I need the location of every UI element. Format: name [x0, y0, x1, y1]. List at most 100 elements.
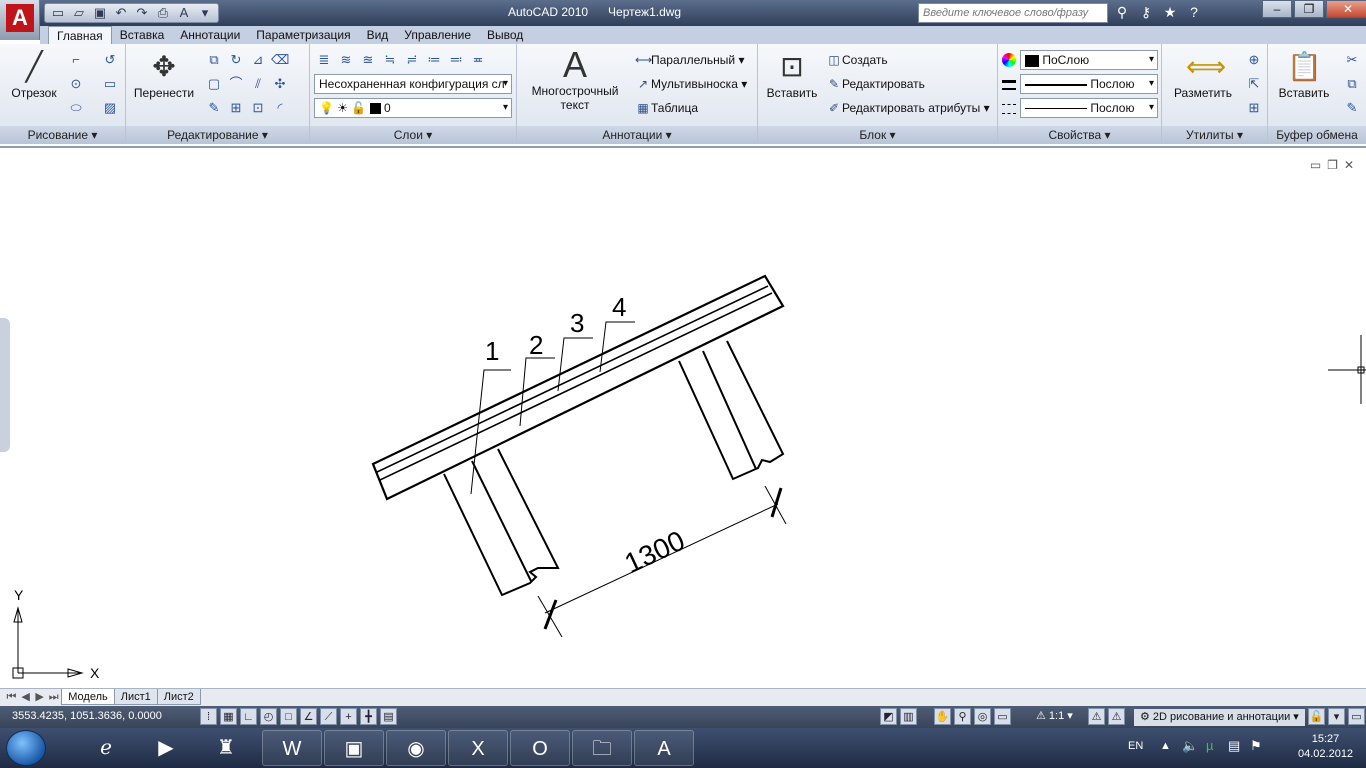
layer-freeze-icon[interactable]: ≕: [446, 50, 466, 70]
rectangle-icon[interactable]: ▭: [100, 74, 120, 94]
panel-title-block[interactable]: Блок ▾: [758, 126, 997, 144]
drawing-canvas[interactable]: ▭ ❐ ✕ 1 2 3 4 1300 Y X: [0, 146, 1366, 688]
model-space-icon[interactable]: ◩: [880, 708, 897, 725]
dropdown-icon[interactable]: ▾: [195, 4, 215, 22]
close-button[interactable]: ✕: [1326, 0, 1366, 18]
paste-button[interactable]: 📋 Вставить: [1272, 50, 1336, 100]
circle-icon[interactable]: ⊙: [66, 74, 86, 94]
undo-icon[interactable]: ↶: [111, 4, 131, 22]
minimize-button[interactable]: –: [1262, 0, 1292, 18]
erase-icon[interactable]: ⌫: [270, 50, 290, 70]
arc-icon[interactable]: ↺: [100, 50, 120, 70]
tab-parametric[interactable]: Параметризация: [248, 26, 358, 44]
save-icon[interactable]: ▣: [90, 4, 110, 22]
tab-home[interactable]: Главная: [48, 26, 112, 44]
text-icon[interactable]: A: [174, 4, 194, 22]
pan-icon[interactable]: ✋: [934, 708, 951, 725]
calculator-icon[interactable]: ⊞: [1244, 98, 1264, 118]
clean-screen-icon[interactable]: ▭: [1348, 708, 1365, 725]
annotation-visibility-icon[interactable]: ⚠: [1088, 708, 1105, 725]
lock-ui-icon[interactable]: 🔓: [1308, 708, 1325, 725]
offset-icon[interactable]: ◜: [270, 98, 290, 118]
polyline-icon[interactable]: ⌐: [66, 50, 86, 70]
star-icon[interactable]: ★: [1160, 3, 1180, 21]
otrack-icon[interactable]: ∠: [300, 708, 317, 725]
tab-layout1[interactable]: Лист1: [113, 689, 158, 705]
showmotion-icon[interactable]: ▭: [994, 708, 1011, 725]
trim-icon[interactable]: ⊿: [248, 50, 268, 70]
panel-title-layers[interactable]: Слои ▾: [310, 126, 516, 144]
layer-match-icon[interactable]: ≒: [380, 50, 400, 70]
application-menu-button[interactable]: A: [0, 0, 40, 40]
edit-block-button[interactable]: ✎ Редактировать: [826, 74, 925, 94]
network-icon[interactable]: ▤: [1228, 738, 1240, 754]
move-button[interactable]: ✥ Перенести: [132, 50, 196, 100]
annotation-scale[interactable]: ⚠ 1:1 ▾: [1036, 709, 1073, 722]
create-block-button[interactable]: ◫ Создать: [826, 50, 887, 70]
layer-states-icon[interactable]: ≋: [336, 50, 356, 70]
volume-icon[interactable]: 🔈: [1182, 738, 1198, 754]
explode-icon[interactable]: ✣: [270, 74, 290, 94]
utorrent-icon[interactable]: µ: [1206, 738, 1214, 753]
layer-properties-icon[interactable]: ≣: [314, 50, 334, 70]
insert-block-button[interactable]: ⊡ Вставить: [762, 50, 822, 100]
flag-icon[interactable]: ⚑: [1250, 738, 1262, 754]
new-icon[interactable]: ▭: [48, 4, 68, 22]
snap-icon[interactable]: ⁞: [200, 708, 217, 725]
osnap-icon[interactable]: □: [280, 708, 297, 725]
plot-icon[interactable]: ⎙: [153, 4, 173, 22]
binoculars-icon[interactable]: ⚲: [1112, 3, 1132, 21]
first-tab-icon[interactable]: ⏮: [6, 691, 17, 704]
last-tab-icon[interactable]: ⏭: [48, 691, 59, 704]
quick-view-icon[interactable]: ▥: [900, 708, 917, 725]
media-player-icon[interactable]: ▶: [136, 730, 196, 766]
show-hidden-icons-icon[interactable]: ▲: [1160, 740, 1171, 752]
match-properties-icon[interactable]: ✎: [1342, 98, 1362, 118]
polar-icon[interactable]: ◴: [260, 708, 277, 725]
layer-make-current-icon[interactable]: ≊: [358, 50, 378, 70]
panel-title-annotation[interactable]: Аннотации ▾: [517, 126, 757, 144]
copy-icon[interactable]: ⧉: [204, 50, 224, 70]
tab-manage[interactable]: Управление: [396, 26, 479, 44]
tab-layout2[interactable]: Лист2: [156, 689, 201, 705]
mtext-button[interactable]: A Многострочный текст: [525, 47, 625, 113]
prev-tab-icon[interactable]: ◀: [20, 690, 31, 703]
film-app-icon[interactable]: ◉: [386, 730, 446, 766]
measure-button[interactable]: ⟺ Разметить: [1166, 50, 1240, 100]
ducs-icon[interactable]: ⟋: [320, 708, 337, 725]
layer-off-icon[interactable]: ≖: [468, 50, 488, 70]
workspace-switch[interactable]: ⚙ 2D рисование и аннотации ▾: [1134, 709, 1305, 726]
autocad-taskbar-icon[interactable]: A: [634, 730, 694, 766]
ellipse-icon[interactable]: ⬭: [66, 98, 86, 118]
qp-icon[interactable]: ▤: [380, 708, 397, 725]
ortho-icon[interactable]: ∟: [240, 708, 257, 725]
tab-output[interactable]: Вывод: [479, 26, 531, 44]
rotate-icon[interactable]: ↻: [226, 50, 246, 70]
internet-explorer-icon[interactable]: ℯ: [76, 730, 136, 766]
dyn-icon[interactable]: +: [340, 708, 357, 725]
steeringwheel-icon[interactable]: ◎: [974, 708, 991, 725]
redo-icon[interactable]: ↷: [132, 4, 152, 22]
current-layer-combo[interactable]: 💡 ☀ 🔓 0: [314, 98, 512, 118]
edit-attributes-button[interactable]: ✐ Редактировать атрибуты ▾: [826, 98, 990, 118]
key-icon[interactable]: ⚷: [1136, 3, 1156, 21]
linetype-combo[interactable]: Послою: [1020, 98, 1158, 118]
tab-model[interactable]: Модель: [61, 689, 115, 705]
layer-isolate-icon[interactable]: ≔: [424, 50, 444, 70]
word-icon[interactable]: W: [262, 730, 322, 766]
linear-dim-button[interactable]: ⟷Параллельный ▾: [635, 50, 745, 70]
panel-title-modify[interactable]: Редактирование ▾: [126, 126, 309, 144]
panel-title-utilities[interactable]: Утилиты ▾: [1162, 126, 1267, 144]
autoscale-icon[interactable]: ⚠: [1108, 708, 1125, 725]
search-input[interactable]: Введите ключевое слово/фразу: [918, 3, 1108, 23]
scale-icon[interactable]: ⊡: [248, 98, 268, 118]
hatch-icon[interactable]: ▨: [100, 98, 120, 118]
maximize-button[interactable]: ❐: [1294, 0, 1324, 18]
layer-state-combo[interactable]: Несохраненная конфигурация сл: [314, 74, 512, 94]
line-button[interactable]: ╱ Отрезок: [6, 50, 62, 100]
lineweight-combo[interactable]: Послою: [1020, 74, 1158, 94]
grid-icon[interactable]: ▦: [220, 708, 237, 725]
opera-icon[interactable]: O: [510, 730, 570, 766]
tab-insert[interactable]: Вставка: [112, 26, 173, 44]
coordinates-display[interactable]: 3553.4235, 1051.3636, 0.0000: [12, 710, 162, 722]
